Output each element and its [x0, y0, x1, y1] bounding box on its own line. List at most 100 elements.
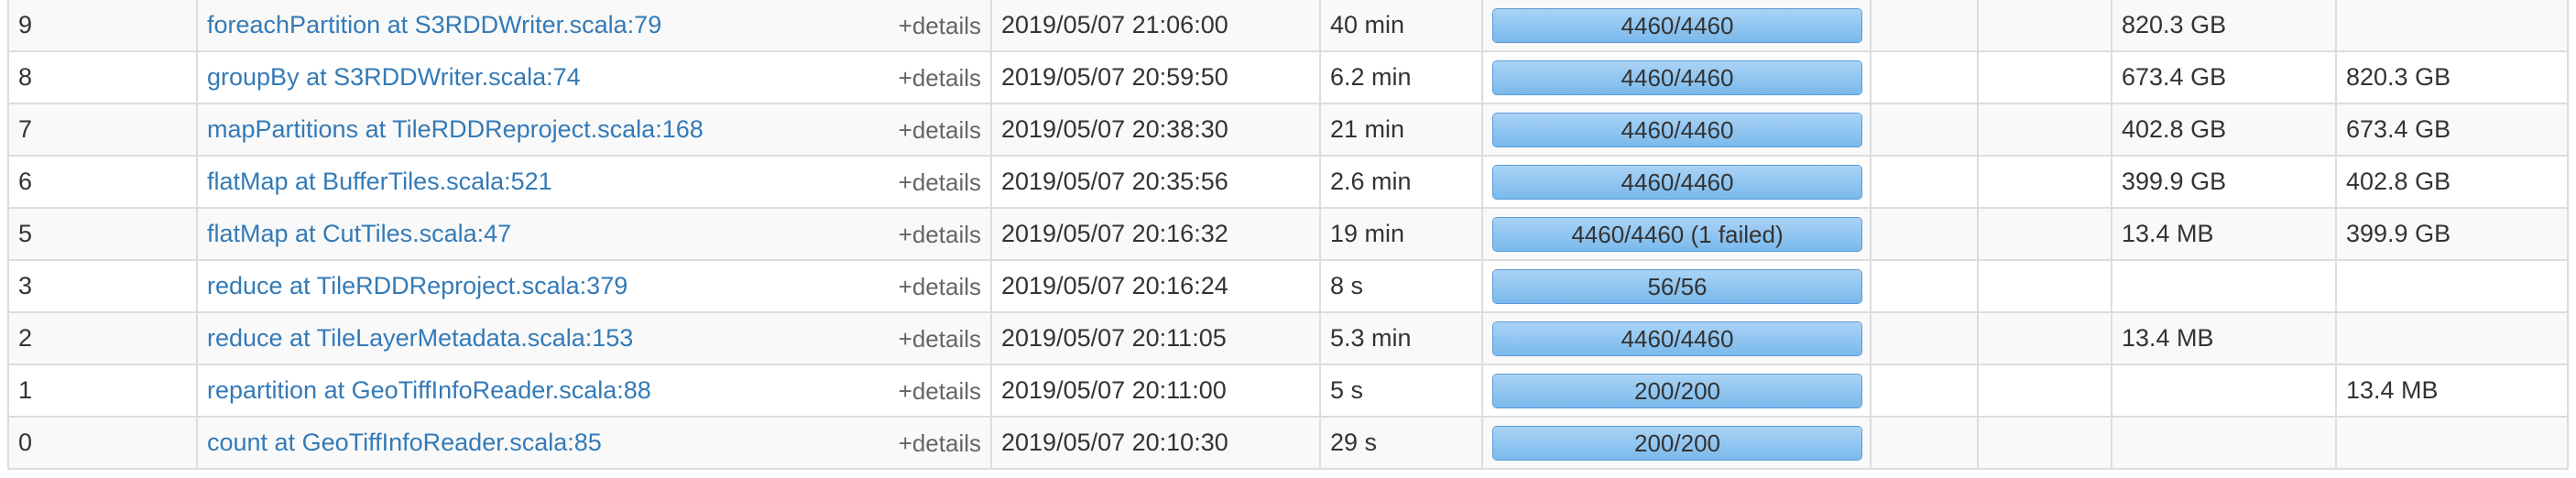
input-cell: [1870, 416, 1979, 470]
output-cell: [1977, 0, 2112, 52]
tasks-cell: 4460/4460: [1481, 50, 1872, 104]
details-toggle[interactable]: +details: [899, 327, 981, 351]
tasks-progress-text: 4460/4460 (1 failed): [1571, 220, 1784, 248]
details-toggle[interactable]: +details: [899, 170, 981, 194]
tasks-progress-bar: 4460/4460: [1492, 112, 1862, 147]
shuffle-read: 13.4 MB: [2122, 324, 2214, 352]
tasks-progress-bar: 4460/4460: [1492, 164, 1862, 200]
shuffle-write-cell: 820.3 GB: [2335, 50, 2569, 104]
shuffle-write: 399.9 GB: [2346, 220, 2451, 247]
shuffle-read-cell: [2111, 416, 2337, 470]
tasks-cell: 4460/4460: [1481, 103, 1872, 157]
stage-description-link[interactable]: foreachPartition at S3RDDWriter.scala:79: [207, 11, 661, 38]
tasks-progress-text: 4460/4460: [1621, 168, 1734, 196]
table-row: 9 foreachPartition at S3RDDWriter.scala:…: [7, 0, 2569, 52]
submitted-time: 2019/05/07 20:35:56: [1001, 168, 1228, 195]
submitted-time: 2019/05/07 21:06:00: [1001, 11, 1228, 38]
duration-cell: 6.2 min: [1319, 50, 1483, 104]
tasks-progress-text: 200/200: [1634, 376, 1720, 405]
submitted-time: 2019/05/07 20:10:30: [1001, 429, 1228, 456]
duration: 6.2 min: [1330, 63, 1412, 91]
description-cell: flatMap at CutTiles.scala:47 +details: [196, 207, 992, 261]
shuffle-write: 673.4 GB: [2346, 115, 2451, 143]
tasks-cell: 4460/4460: [1481, 155, 1872, 209]
shuffle-read: 402.8 GB: [2122, 115, 2227, 143]
stage-id-cell: 6: [7, 155, 198, 209]
details-toggle[interactable]: +details: [899, 118, 981, 142]
duration-cell: 21 min: [1319, 103, 1483, 157]
stages-table: 9 foreachPartition at S3RDDWriter.scala:…: [7, 0, 2569, 470]
shuffle-write-cell: 673.4 GB: [2335, 103, 2569, 157]
duration-cell: 2.6 min: [1319, 155, 1483, 209]
stage-description-link[interactable]: reduce at TileRDDReproject.scala:379: [207, 272, 628, 299]
tasks-cell: 56/56: [1481, 259, 1872, 313]
input-cell: [1870, 259, 1979, 313]
tasks-progress-bar: 56/56: [1492, 268, 1862, 304]
duration: 40 min: [1330, 11, 1405, 38]
stage-id: 6: [18, 168, 33, 195]
table-row: 7 mapPartitions at TileRDDReproject.scal…: [7, 103, 2569, 157]
description-cell: count at GeoTiffInfoReader.scala:85 +det…: [196, 416, 992, 470]
details-toggle[interactable]: +details: [899, 431, 981, 455]
shuffle-write-cell: 13.4 MB: [2335, 364, 2569, 418]
tasks-cell: 4460/4460: [1481, 311, 1872, 365]
stage-id-cell: 5: [7, 207, 198, 261]
stage-description-link[interactable]: groupBy at S3RDDWriter.scala:74: [207, 63, 581, 91]
submitted-time: 2019/05/07 20:38:30: [1001, 115, 1228, 143]
stage-id-cell: 0: [7, 416, 198, 470]
tasks-cell: 4460/4460: [1481, 0, 1872, 52]
details-toggle[interactable]: +details: [899, 223, 981, 246]
shuffle-read-cell: 13.4 MB: [2111, 207, 2337, 261]
shuffle-read: 673.4 GB: [2122, 63, 2227, 91]
stage-id: 5: [18, 220, 33, 247]
submitted-cell: 2019/05/07 20:16:24: [990, 259, 1321, 313]
duration-cell: 8 s: [1319, 259, 1483, 313]
stage-description-link[interactable]: repartition at GeoTiffInfoReader.scala:8…: [207, 376, 651, 404]
output-cell: [1977, 103, 2112, 157]
submitted-cell: 2019/05/07 21:06:00: [990, 0, 1321, 52]
shuffle-write-cell: [2335, 0, 2569, 52]
tasks-progress-text: 4460/4460: [1621, 324, 1734, 353]
stage-description-link[interactable]: flatMap at BufferTiles.scala:521: [207, 168, 552, 195]
submitted-time: 2019/05/07 20:16:24: [1001, 272, 1228, 299]
submitted-cell: 2019/05/07 20:38:30: [990, 103, 1321, 157]
table-row: 0 count at GeoTiffInfoReader.scala:85 +d…: [7, 416, 2569, 470]
output-cell: [1977, 207, 2112, 261]
stage-description-link[interactable]: mapPartitions at TileRDDReproject.scala:…: [207, 115, 704, 143]
stage-description-link[interactable]: count at GeoTiffInfoReader.scala:85: [207, 429, 602, 456]
output-cell: [1977, 311, 2112, 365]
description-cell: foreachPartition at S3RDDWriter.scala:79…: [196, 0, 992, 52]
shuffle-read-cell: 673.4 GB: [2111, 50, 2337, 104]
stage-description-link[interactable]: flatMap at CutTiles.scala:47: [207, 220, 511, 247]
submitted-time: 2019/05/07 20:59:50: [1001, 63, 1228, 91]
stage-description-link[interactable]: reduce at TileLayerMetadata.scala:153: [207, 324, 633, 352]
output-cell: [1977, 155, 2112, 209]
details-toggle[interactable]: +details: [899, 275, 981, 299]
shuffle-read: 820.3 GB: [2122, 11, 2227, 38]
stage-id: 8: [18, 63, 33, 91]
stage-id: 7: [18, 115, 33, 143]
stage-id-cell: 7: [7, 103, 198, 157]
tasks-progress-text: 56/56: [1647, 272, 1708, 300]
tasks-progress-bar: 200/200: [1492, 373, 1862, 408]
input-cell: [1870, 311, 1979, 365]
table-row: 1 repartition at GeoTiffInfoReader.scala…: [7, 364, 2569, 418]
duration-cell: 29 s: [1319, 416, 1483, 470]
duration-cell: 40 min: [1319, 0, 1483, 52]
stage-id: 9: [18, 11, 33, 38]
input-cell: [1870, 364, 1979, 418]
submitted-cell: 2019/05/07 20:35:56: [990, 155, 1321, 209]
shuffle-write: 820.3 GB: [2346, 63, 2451, 91]
stage-id-cell: 8: [7, 50, 198, 104]
details-toggle[interactable]: +details: [899, 14, 981, 38]
details-toggle[interactable]: +details: [899, 379, 981, 403]
table-row: 2 reduce at TileLayerMetadata.scala:153 …: [7, 311, 2569, 365]
tasks-progress-text: 4460/4460: [1621, 63, 1734, 92]
stage-id-cell: 2: [7, 311, 198, 365]
table-row: 5 flatMap at CutTiles.scala:47 +details …: [7, 207, 2569, 261]
shuffle-read-cell: 820.3 GB: [2111, 0, 2337, 52]
shuffle-read-cell: [2111, 364, 2337, 418]
duration-cell: 5 s: [1319, 364, 1483, 418]
details-toggle[interactable]: +details: [899, 66, 981, 90]
duration: 5 s: [1330, 376, 1364, 404]
